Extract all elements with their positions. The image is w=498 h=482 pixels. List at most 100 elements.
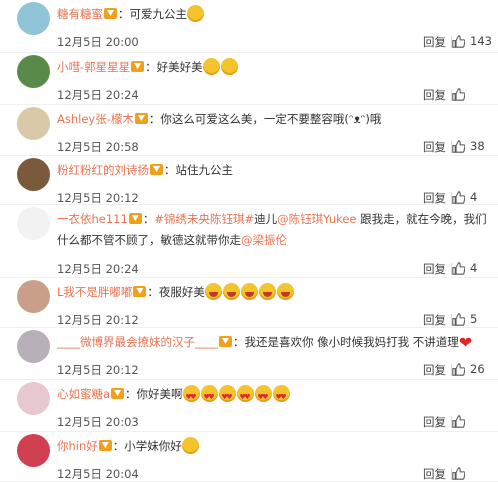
- reply-button[interactable]: 回复: [423, 34, 446, 50]
- emoji-icon: [272, 385, 290, 408]
- reply-button[interactable]: 回复: [423, 362, 446, 378]
- reply-button[interactable]: 回复: [423, 139, 446, 155]
- like-button[interactable]: 38: [452, 139, 498, 153]
- comment-content: 小嘒-郭星星星 ：好美好美: [57, 57, 490, 78]
- avatar[interactable]: [17, 280, 50, 313]
- avatar[interactable]: [17, 330, 50, 363]
- emoji-icon: [254, 385, 272, 408]
- username-link[interactable]: Ashley张-檬木: [57, 112, 134, 126]
- comment-text: ：小学妹你好: [112, 439, 182, 453]
- avatar[interactable]: [17, 382, 50, 415]
- username-link[interactable]: 心如蜜糖a: [57, 387, 110, 401]
- like-count: 38: [470, 139, 485, 153]
- emoji-icon: [202, 58, 220, 75]
- comment-content: L我不是胖嘟嘟 ：夜服好美: [57, 282, 490, 303]
- comment-timestamp: 12月5日 20:04: [57, 467, 139, 481]
- topic-link[interactable]: #锦绣未央陈钰琪#: [154, 212, 254, 226]
- comment-content: 心如蜜糖a ：你好美啊: [57, 384, 490, 408]
- username-link[interactable]: ____微博界最会撩妹的汉子____: [57, 335, 218, 349]
- comment-content: Ashley张-檬木 ：你这么可爱这么美，一定不要整容哦(ᵔᴥᵔ)哦: [57, 109, 490, 130]
- comment-timestamp: 12月5日 20:24: [57, 88, 139, 102]
- thumbs-up-icon: [452, 362, 470, 376]
- comment-timestamp: 12月5日 20:00: [57, 35, 139, 49]
- avatar[interactable]: [17, 55, 50, 88]
- avatar[interactable]: [17, 2, 50, 35]
- reply-button[interactable]: 回复: [423, 414, 446, 430]
- comment-item: Ashley张-檬木 ：你这么可爱这么美，一定不要整容哦(ᵔᴥᵔ)哦 12月5日 2…: [0, 105, 498, 156]
- mention-link[interactable]: @陈钰琪Yukee: [277, 212, 356, 226]
- username-link[interactable]: 糖有糖蜜: [57, 7, 103, 21]
- reply-button[interactable]: 回复: [423, 466, 446, 482]
- like-count: 143: [470, 34, 492, 48]
- comment-text: ：可爱九公主: [118, 7, 187, 21]
- thumbs-up-icon: [452, 87, 470, 101]
- emoji-icon: [240, 283, 258, 300]
- reply-button[interactable]: 回复: [423, 261, 446, 277]
- like-button[interactable]: 5: [452, 312, 498, 326]
- vip-badge-icon: [131, 61, 145, 72]
- comment-timestamp: 12月5日 20:24: [57, 262, 139, 276]
- vip-badge-icon: [134, 113, 148, 124]
- vip-badge-icon: [219, 336, 232, 347]
- like-button[interactable]: 4: [452, 261, 498, 275]
- comment-text: ：站住九公主: [164, 163, 233, 177]
- thumbs-up-icon: [452, 261, 470, 275]
- like-button[interactable]: [452, 466, 498, 480]
- vip-badge-icon: [128, 213, 142, 224]
- comment-item: ____微博界最会撩妹的汉子____ ：我还是喜欢你 像小时候我妈打我 不讲道理❤…: [0, 328, 498, 380]
- vip-badge-icon: [111, 388, 125, 399]
- reply-button[interactable]: 回复: [423, 87, 446, 103]
- username-link[interactable]: L我不是胖嘟嘟: [57, 285, 132, 299]
- comment-content: 粉红粉红的刘诗扬 ：站住九公主: [57, 160, 490, 181]
- avatar[interactable]: [17, 434, 50, 467]
- heart-icon: ❤: [458, 333, 473, 352]
- avatar[interactable]: [17, 207, 50, 240]
- username-link[interactable]: 你hin好: [57, 439, 98, 453]
- emoji-icon: [236, 385, 254, 408]
- thumbs-up-icon: [452, 34, 470, 48]
- thumbs-up-icon: [452, 466, 470, 480]
- comment-content: 你hin好 ：小学妹你好: [57, 436, 490, 457]
- emoji-icon: [276, 283, 294, 300]
- like-button[interactable]: 26: [452, 362, 498, 376]
- like-button[interactable]: 4: [452, 190, 498, 204]
- comment-content: 糖有糖蜜 ：可爱九公主: [57, 4, 490, 25]
- avatar[interactable]: [17, 158, 50, 191]
- like-button[interactable]: [452, 414, 498, 428]
- comment-item: 糖有糖蜜 ：可爱九公主 12月5日 20:00 回复 143: [0, 0, 498, 53]
- vip-badge-icon: [104, 8, 117, 19]
- emoji-icon: [187, 5, 204, 22]
- comment-item: 粉红粉红的刘诗扬 ：站住九公主 12月5日 20:12 回复 4: [0, 156, 498, 205]
- comment-text: ：你这么可爱这么美，一定不要整容哦(ᵔᴥᵔ)哦: [148, 112, 382, 126]
- thumbs-up-icon: [452, 190, 470, 204]
- comment-item: 心如蜜糖a ：你好美啊 12月5日 20:03 回复: [0, 380, 498, 432]
- thumbs-up-icon: [452, 139, 470, 153]
- like-count: 5: [470, 312, 478, 326]
- emoji-icon: [181, 437, 199, 454]
- reply-button[interactable]: 回复: [423, 190, 446, 206]
- username-link[interactable]: 粉红粉红的刘诗扬: [57, 163, 149, 177]
- comment-content: ____微博界最会撩妹的汉子____ ：我还是喜欢你 像小时候我妈打我 不讲道理❤: [57, 332, 490, 353]
- avatar[interactable]: [17, 107, 50, 140]
- vip-badge-icon: [150, 164, 163, 175]
- comment-item: L我不是胖嘟嘟 ：夜服好美 12月5日 20:12 回复 5: [0, 278, 498, 328]
- comment-text: 迪儿: [254, 212, 278, 226]
- emoji-icon: [182, 385, 200, 408]
- username-link[interactable]: 一衣依he111: [57, 212, 128, 226]
- like-count: 4: [470, 261, 478, 275]
- emoji-icon: [204, 283, 222, 300]
- comment-text: ：夜服好美: [147, 285, 205, 299]
- vip-badge-icon: [98, 440, 112, 451]
- reply-button[interactable]: 回复: [423, 312, 446, 328]
- thumbs-up-icon: [452, 312, 470, 326]
- like-button[interactable]: [452, 87, 498, 101]
- mention-link[interactable]: @梁振伦: [241, 233, 287, 247]
- like-count: 26: [470, 362, 485, 376]
- like-button[interactable]: 143: [452, 34, 498, 48]
- username-link[interactable]: 小嘒-郭星星星: [57, 60, 130, 74]
- emoji-icon: [200, 385, 218, 408]
- comment-text: ：好美好美: [145, 60, 203, 74]
- comment-item: 一衣依he111 ：#锦绣未央陈钰琪#迪儿@陈钰琪Yukee 跟我走，就在今晚，我…: [0, 205, 498, 278]
- emoji-icon: [258, 283, 276, 300]
- emoji-icon: [220, 58, 238, 75]
